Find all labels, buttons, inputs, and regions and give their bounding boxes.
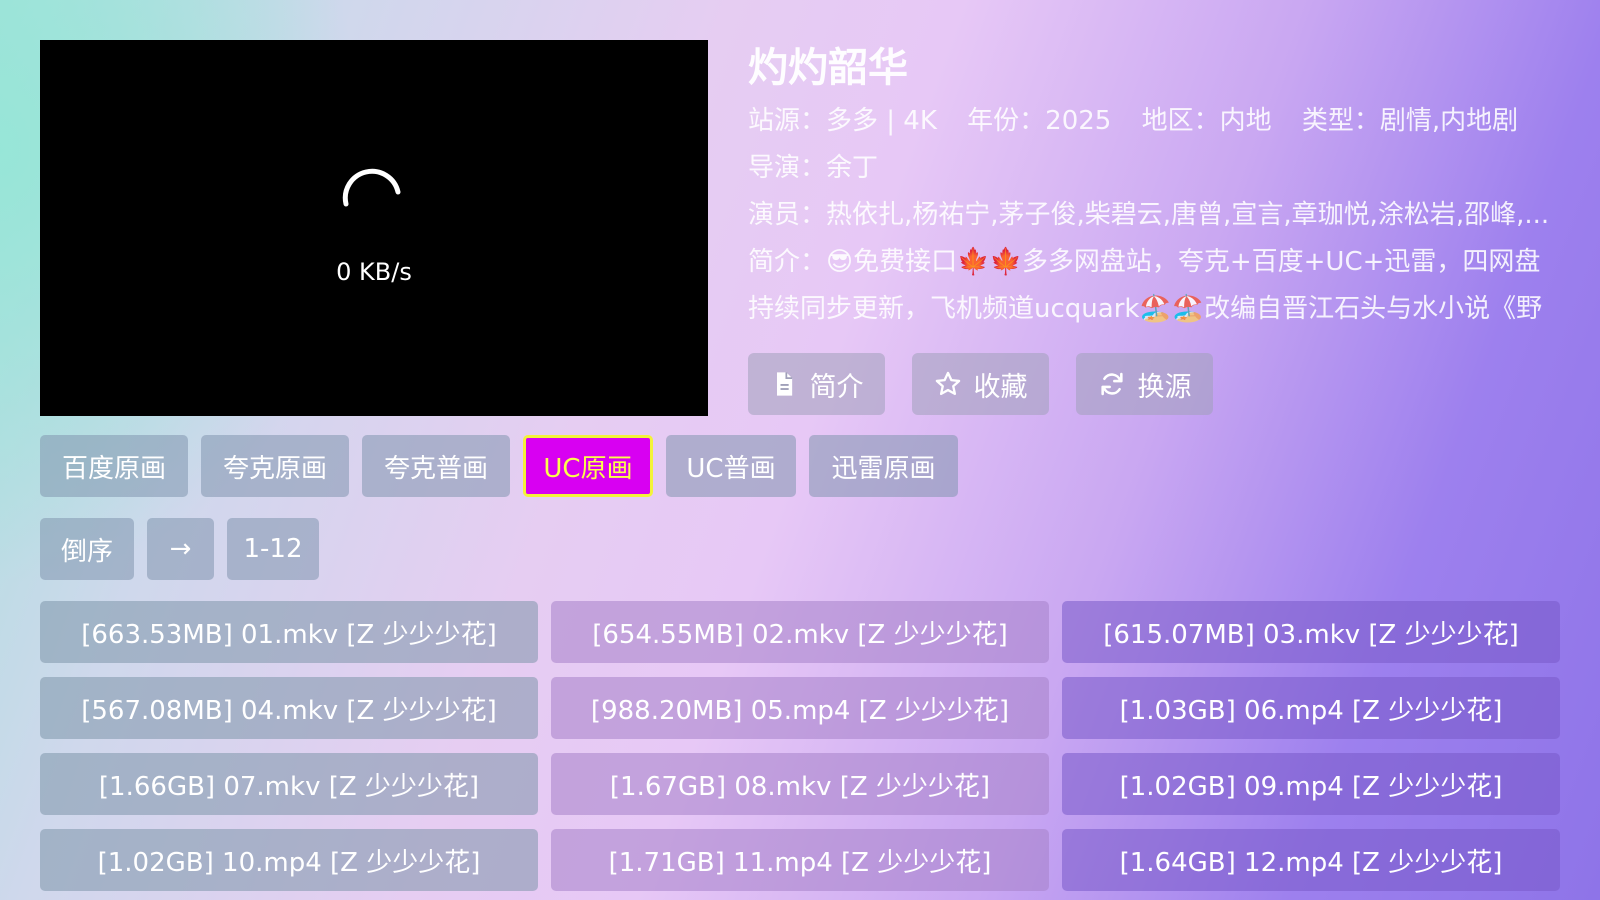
meta-source: 站源：多多 | 4K [748, 106, 937, 136]
document-icon [776, 372, 792, 396]
source-chip-uc-original[interactable]: UC原画 [523, 435, 653, 497]
intro-button[interactable]: 简介 [748, 353, 885, 415]
video-player[interactable]: 0 KB/s [40, 40, 708, 416]
source-chip-baidu-original[interactable]: 百度原画 [40, 435, 188, 497]
meta-region: 地区：内地 [1141, 106, 1272, 136]
episode-button[interactable]: [1.02GB] 10.mp4 [Z 少少少花] [40, 829, 538, 891]
episode-button[interactable]: [1.64GB] 12.mp4 [Z 少少少花] [1062, 829, 1560, 891]
direction-arrow-button[interactable]: → [147, 518, 214, 580]
episode-button[interactable]: [567.08MB] 04.mkv [Z 少少少花] [40, 677, 538, 739]
meta-genre: 类型：剧情,内地剧 [1301, 106, 1519, 136]
source-chip-uc-standard[interactable]: UC普画 [666, 435, 796, 497]
episode-button[interactable]: [1.66GB] 07.mkv [Z 少少少花] [40, 753, 538, 815]
director-text: 导演：余丁 [748, 153, 879, 183]
episode-range-button[interactable]: 1-12 [227, 518, 319, 580]
episode-button[interactable]: [615.07MB] 03.mkv [Z 少少少花] [1062, 601, 1560, 663]
switch-source-button-label: 换源 [1137, 371, 1192, 403]
episode-button[interactable]: [663.53MB] 01.mkv [Z 少少少花] [40, 601, 538, 663]
reverse-order-button[interactable]: 倒序 [40, 518, 134, 580]
switch-source-button[interactable]: 换源 [1076, 353, 1213, 415]
favorite-button-label: 收藏 [973, 371, 1028, 403]
intro-text-line-2: 持续同步更新，飞机频道ucquark🏖️🏖️改编自晋江石头与水小说《野 [748, 294, 1543, 324]
intro-text-line-1: 简介：😎免费接口🍁🍁多多网盘站，夸克+百度+UC+迅雷，四网盘 [748, 247, 1541, 277]
episode-button[interactable]: [1.03GB] 06.mp4 [Z 少少少花] [1062, 677, 1560, 739]
source-chip-xunlei-original[interactable]: 迅雷原画 [809, 435, 958, 497]
refresh-icon [1100, 372, 1123, 396]
meta-row: 站源：多多 | 4K 年份：2025 地区：内地 类型：剧情,内地剧 [748, 104, 1560, 138]
source-chip-quark-standard[interactable]: 夸克普画 [362, 435, 510, 497]
star-icon [935, 371, 960, 396]
video-title: 灼灼韶华 [748, 45, 908, 91]
favorite-button[interactable]: 收藏 [912, 353, 1049, 415]
actors-text: 演员：热依扎,杨祐宁,茅子俊,柴碧云,唐曾,宣言,章珈悦,涂松岩,邵峰,... [748, 200, 1550, 230]
source-chip-quark-original[interactable]: 夸克原画 [201, 435, 349, 497]
episode-button[interactable]: [1.71GB] 11.mp4 [Z 少少少花] [551, 829, 1049, 891]
download-speed: 0 KB/s [336, 258, 412, 286]
episode-button[interactable]: [1.02GB] 09.mp4 [Z 少少少花] [1062, 753, 1560, 815]
loading-spinner-icon [342, 168, 401, 207]
meta-year: 年份：2025 [967, 106, 1112, 136]
episode-button[interactable]: [1.67GB] 08.mkv [Z 少少少花] [551, 753, 1049, 815]
intro-button-label: 简介 [809, 371, 864, 403]
episode-button[interactable]: [654.55MB] 02.mkv [Z 少少少花] [551, 601, 1049, 663]
episode-button[interactable]: [988.20MB] 05.mp4 [Z 少少少花] [551, 677, 1049, 739]
